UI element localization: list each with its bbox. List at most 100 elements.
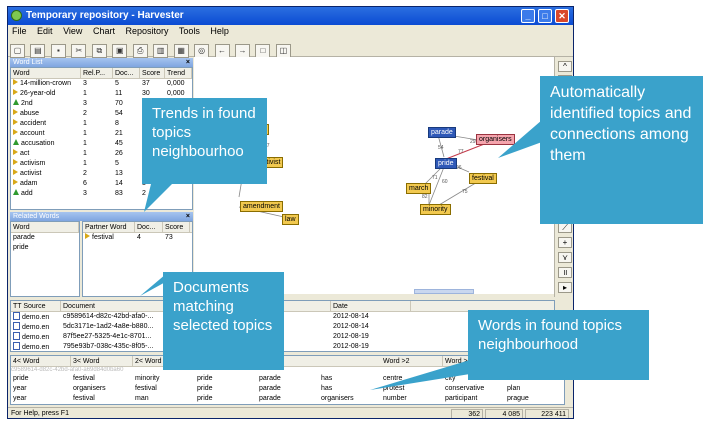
menu-tools[interactable]: Tools xyxy=(179,26,200,36)
copy-icon[interactable]: ⧉ xyxy=(91,44,107,58)
binoculars-icon[interactable]: ◎ xyxy=(194,44,210,58)
split-pane-icon[interactable]: ◫ xyxy=(275,44,291,58)
toolbar: ▢ ▤ ▪ ✂ ⧉ ▣ ⎙ ▥ ▦ ◎ ← → □ ◫ xyxy=(8,39,573,58)
node-march[interactable]: march xyxy=(406,183,432,194)
single-pane-icon[interactable]: □ xyxy=(255,44,271,58)
open-folder-icon[interactable]: ▤ xyxy=(30,44,46,58)
doc-cell: 83 xyxy=(115,190,123,197)
word-list-header: Word Rel.P... Doc... Score Trend xyxy=(11,68,192,79)
tree-icon[interactable]: ⋎ xyxy=(558,252,572,263)
neighbourhood-cell: plan xyxy=(507,385,521,392)
word-text: abuse xyxy=(20,110,40,117)
callout-automatic: Automatically identified topics and conn… xyxy=(540,76,703,224)
neighbourhood-cell: festival xyxy=(73,395,95,402)
col-trend[interactable]: Trend xyxy=(165,68,192,79)
doc-cell: 26 xyxy=(115,150,123,157)
doc-cell: 5 xyxy=(115,160,119,167)
node-minority[interactable]: minority xyxy=(420,204,451,215)
col-relp[interactable]: Rel.P... xyxy=(81,68,113,79)
rel-cell: 1 xyxy=(83,140,87,147)
neighbourhood-cell: year xyxy=(13,385,27,392)
col-partner-word[interactable]: Partner Word xyxy=(83,222,135,233)
neighbourhood-cell: participant xyxy=(445,395,478,402)
list-item[interactable]: pride xyxy=(11,243,79,253)
table-row[interactable]: year festival man pride parade organisers numb… xyxy=(11,394,564,404)
neighbourhood-cell: parade xyxy=(259,395,281,402)
col-word-3[interactable]: 3< Word xyxy=(71,356,133,367)
col-word-4[interactable]: 4< Word xyxy=(11,356,71,367)
word-text: accusation xyxy=(21,140,55,147)
partner-word: festival xyxy=(92,234,114,241)
export-icon[interactable]: ▦ xyxy=(173,44,189,58)
scroll-up-icon[interactable]: ^ xyxy=(558,61,572,72)
back-arrow-icon[interactable]: ← xyxy=(214,44,230,58)
list-item[interactable]: parade xyxy=(11,233,79,243)
doc-cell: 14 xyxy=(115,180,123,187)
table-row[interactable]: year organisers festival pride parade has prot… xyxy=(11,384,564,394)
neighbourhood-doc-id: 5dc3171e-1ad2-4a8e-b880-f956fd31d2d8 xyxy=(11,404,564,405)
neighbourhood-cell: festival xyxy=(73,375,95,382)
cross-icon[interactable]: + xyxy=(558,237,572,248)
col-partner-doc[interactable]: Doc... xyxy=(135,222,163,233)
horizontal-scrollbar[interactable] xyxy=(414,289,474,294)
callout-words: Words in found topics neighbourhood xyxy=(468,310,649,380)
menu-repository[interactable]: Repository xyxy=(125,26,168,36)
new-document-icon[interactable]: ▢ xyxy=(10,44,25,58)
word-text: 14-million-crown xyxy=(20,80,71,87)
node-law[interactable]: law xyxy=(282,214,299,225)
source-text: demo.en xyxy=(22,334,50,341)
chart-icon[interactable]: ▥ xyxy=(153,44,169,58)
word-text: activist xyxy=(20,170,42,177)
col-related-word[interactable]: Word xyxy=(11,222,79,233)
save-icon[interactable]: ▪ xyxy=(50,44,66,58)
word-list-title: Word List × xyxy=(10,58,193,67)
step-icon[interactable]: ▸ xyxy=(558,282,572,293)
menu-help[interactable]: Help xyxy=(210,26,229,36)
rel-cell: 2 xyxy=(83,170,87,177)
node-festival[interactable]: festival xyxy=(469,173,497,184)
menu-edit[interactable]: Edit xyxy=(37,26,53,36)
col-word[interactable]: Word xyxy=(11,68,81,79)
arrow-right-icon xyxy=(13,169,18,175)
menu-file[interactable]: File xyxy=(12,26,27,36)
node-pride[interactable]: pride xyxy=(435,158,457,169)
close-panel-icon[interactable]: × xyxy=(186,212,190,221)
close-panel-icon[interactable]: × xyxy=(186,58,190,67)
neighbourhood-cell: pride xyxy=(197,395,213,402)
minimize-button[interactable]: _ xyxy=(521,9,535,23)
cut-icon[interactable]: ✂ xyxy=(71,44,87,58)
menu-chart[interactable]: Chart xyxy=(93,26,115,36)
table-row[interactable]: festival 4 73 xyxy=(83,233,192,243)
word-text: add xyxy=(21,190,33,197)
partner-word-cell: festival xyxy=(83,233,135,243)
neighbourhood-cell: minority xyxy=(135,375,160,382)
pause-icon[interactable]: ॥ xyxy=(558,267,572,278)
menu-bar: File Edit View Chart Repository Tools He… xyxy=(8,25,573,39)
word-cell: 26-year-old xyxy=(11,89,81,99)
paste-icon[interactable]: ▣ xyxy=(112,44,128,58)
col-tt-source[interactable]: TT Source xyxy=(11,301,61,312)
node-amendment[interactable]: amendment xyxy=(240,201,283,212)
maximize-button[interactable]: □ xyxy=(538,9,552,23)
neighbourhood-cell: festival xyxy=(135,385,157,392)
neighbourhood-cell: parade xyxy=(259,385,281,392)
col-partner-score[interactable]: Score xyxy=(163,222,190,233)
col-score[interactable]: Score xyxy=(140,68,165,79)
source-text: demo.en xyxy=(22,314,50,321)
col-doc[interactable]: Doc... xyxy=(113,68,140,79)
arrow-right-icon xyxy=(13,109,18,115)
neighbourhood-cell: man xyxy=(135,395,149,402)
node-parade[interactable]: parade xyxy=(428,127,456,138)
callout-tail xyxy=(144,180,176,212)
table-row[interactable]: 14-million-crown 3 5 37 0,000 xyxy=(11,79,192,89)
col-date[interactable]: Date xyxy=(331,301,411,312)
menu-view[interactable]: View xyxy=(63,26,82,36)
title-bar[interactable]: Temporary repository - Harvester _ □ ✕ xyxy=(8,7,573,25)
close-button[interactable]: ✕ xyxy=(555,9,569,23)
doc-cell: 45 xyxy=(115,140,123,147)
print-icon[interactable]: ⎙ xyxy=(132,44,148,58)
date-cell: 2012-08-14 xyxy=(333,323,369,330)
neighbourhood-cell: parade xyxy=(259,375,281,382)
forward-arrow-icon[interactable]: → xyxy=(234,44,250,58)
arrow-right-icon xyxy=(13,179,18,185)
